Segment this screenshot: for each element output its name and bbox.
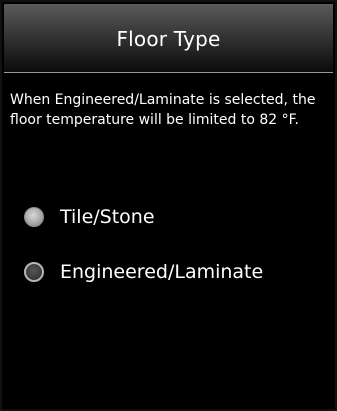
info-message: When Engineered/Laminate is selected, th… xyxy=(10,92,316,128)
option-label: Engineered/Laminate xyxy=(60,261,264,283)
header-bar: Floor Type xyxy=(4,4,333,73)
radio-selected-icon[interactable] xyxy=(24,207,44,227)
device-frame: Floor Type When Engineered/Laminate is s… xyxy=(0,0,337,411)
radio-unselected-icon[interactable] xyxy=(24,262,44,282)
option-label: Tile/Stone xyxy=(60,206,155,228)
page-title: Floor Type xyxy=(116,27,221,51)
option-engineered-laminate[interactable]: Engineered/Laminate xyxy=(24,255,263,289)
option-tile-stone[interactable]: Tile/Stone xyxy=(24,200,155,234)
screen: Floor Type When Engineered/Laminate is s… xyxy=(4,4,333,407)
